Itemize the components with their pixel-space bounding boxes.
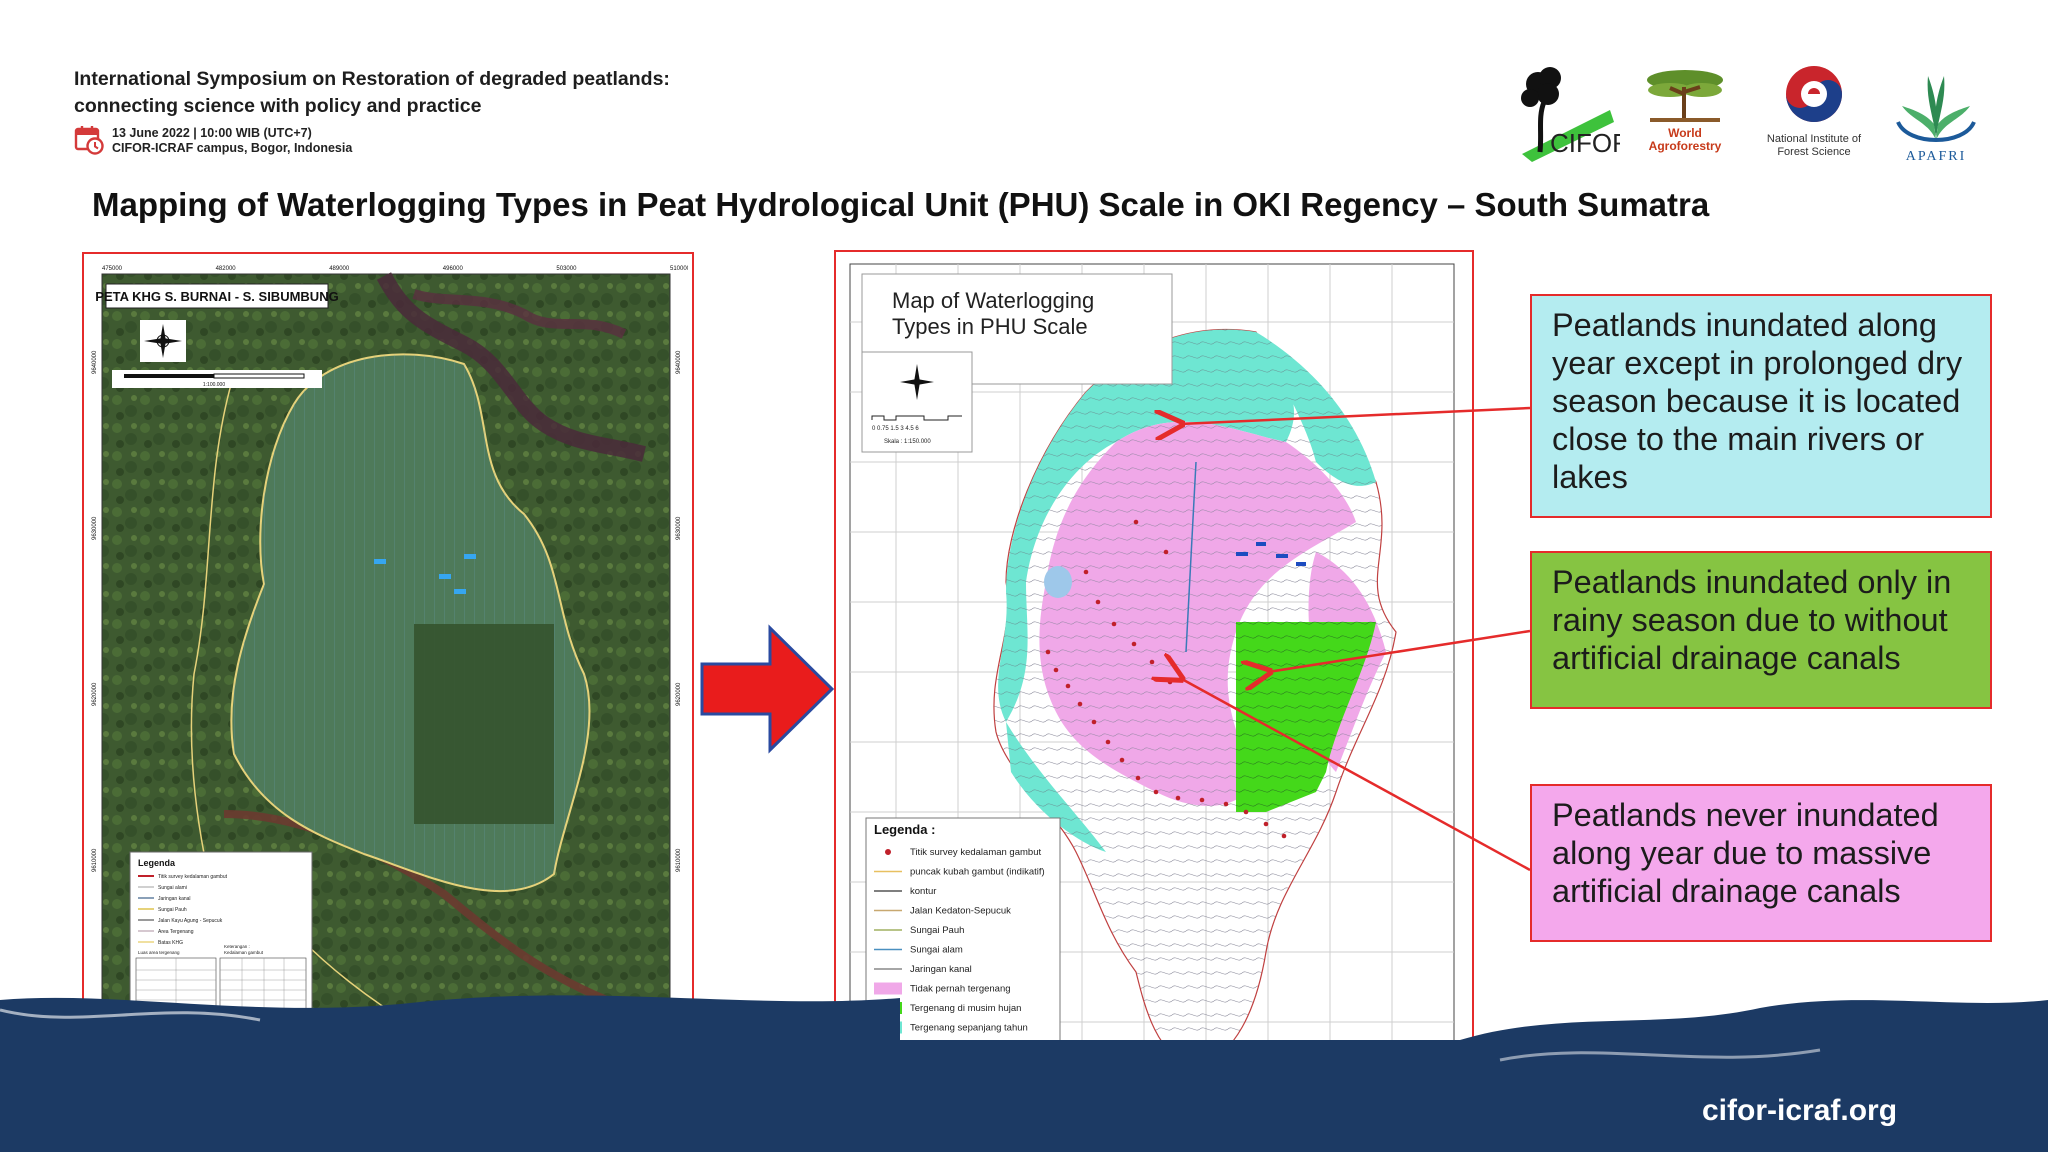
left-side-tick: 9620000 <box>676 682 682 706</box>
right-map-title-line1: Map of Waterlogging <box>892 288 1094 313</box>
cifor-tree-logo-icon: CIFOR <box>1521 67 1631 162</box>
footer-url: cifor-icraf.org <box>1702 1094 1898 1127</box>
left-map-scale: 1:100.000 <box>203 382 225 388</box>
left-top-tick: 482000 <box>216 266 237 272</box>
left-side-tick: 9630000 <box>676 516 682 540</box>
nifos-logo-line1: National Institute of <box>1766 133 1862 145</box>
apafri-plant-logo-icon: APAFRI <box>1896 76 1976 164</box>
right-legend-title: Legenda : <box>874 822 935 837</box>
left-side-tick: 9630000 <box>92 516 98 540</box>
event-location: CIFOR-ICRAF campus, Bogor, Indonesia <box>112 141 353 155</box>
world-agroforestry-logo: World Agroforestry <box>1640 62 1730 162</box>
icraf-tree-logo-icon <box>1647 70 1723 122</box>
callout-all-year-text: Peatlands inundated along year except in… <box>1552 307 1963 495</box>
right-legend-label: puncak kubah gambut (indikatif) <box>910 867 1045 878</box>
callout-rainy-season: Peatlands inundated only in rainy season… <box>1530 551 1992 709</box>
left-satellite-map: PETA KHG S. BURNAI - S. SIBUMBUNG 1:100.… <box>84 254 691 1098</box>
callout-rainy-season-text: Peatlands inundated only in rainy season… <box>1552 564 1952 676</box>
right-waterlogging-map: Map of Waterlogging Types in PHU Scale 0… <box>836 252 1468 1098</box>
cifor-logo: CIFOR <box>1510 62 1631 162</box>
right-legend-label: Sungai Pauh <box>910 925 964 936</box>
right-legend-label: Jalan Kedaton-Sepucuk <box>910 906 1011 917</box>
nifos-logo-icon <box>1786 66 1842 122</box>
left-legend-label: Titik survey kedalaman gambut <box>158 874 228 880</box>
calendar-clock-icon <box>74 126 104 155</box>
event-date-time: 13 June 2022 | 10:00 WIB (UTC+7) <box>112 126 312 140</box>
right-legend-label: kontur <box>910 886 936 897</box>
left-map-compass-icon <box>140 320 186 362</box>
right-legend-label: Jaringan kanal <box>910 964 972 975</box>
left-table-caption-right: Kedalaman gambut <box>224 950 264 955</box>
right-arrow-icon <box>700 624 835 754</box>
left-map-title: PETA KHG S. BURNAI - S. SIBUMBUNG <box>95 289 338 304</box>
left-side-tick: 9620000 <box>92 682 98 706</box>
left-table-note: Keterangan : <box>224 944 250 949</box>
main-title: Mapping of Waterlogging Types in Peat Hy… <box>92 186 1710 223</box>
icraf-logo-line2: Agroforestry <box>1648 139 1722 153</box>
left-legend-title: Legenda <box>138 858 176 868</box>
left-side-tick: 9640000 <box>92 350 98 374</box>
left-top-tick: 503000 <box>556 266 577 272</box>
right-legend-label: Titik survey kedalaman gambut <box>910 847 1041 858</box>
left-legend-label: Area Tergenang <box>158 929 194 935</box>
left-table-caption-left: Luas area tergenang <box>138 950 180 955</box>
event-title: International Symposium on Restoration o… <box>74 66 814 120</box>
cifor-logo-text: CIFOR <box>1550 128 1620 158</box>
left-top-tick: 510000 <box>670 266 688 272</box>
right-map-title-line2: Types in PHU Scale <box>892 314 1088 339</box>
nifos-logo-line2: Forest Science <box>1777 146 1851 158</box>
left-legend-label: Sungai Pauh <box>158 907 187 913</box>
left-side-tick: 9610000 <box>676 848 682 872</box>
right-map-frame: Map of Waterlogging Types in PHU Scale 0… <box>834 250 1474 1104</box>
apafri-logo: APAFRI <box>1888 62 1984 164</box>
right-map-scale-text: Skala : 1:150.000 <box>884 439 931 445</box>
left-top-tick: 489000 <box>329 266 350 272</box>
right-map-scale-ticks: 0 0.75 1.5 3 4.5 6 <box>872 426 919 432</box>
left-legend-label: Jalan Kayu Agung - Sepucuk <box>158 918 223 924</box>
left-legend-label: Sungai alami <box>158 885 187 891</box>
callout-never-text: Peatlands never inundated along year due… <box>1552 797 1939 909</box>
left-map-frame: PETA KHG S. BURNAI - S. SIBUMBUNG 1:100.… <box>82 252 694 1104</box>
left-legend-label: Batas KHG <box>158 940 183 946</box>
event-title-line2: connecting science with policy and pract… <box>74 95 482 117</box>
left-side-tick: 9610000 <box>92 848 98 872</box>
right-legend-symbol <box>885 849 891 855</box>
nifos-logo: National Institute of Forest Science <box>1752 62 1876 162</box>
apafri-logo-text: APAFRI <box>1906 149 1967 162</box>
right-legend-label: Sungai alam <box>910 945 963 956</box>
left-legend-label: Jaringan kanal <box>158 896 191 902</box>
callout-never: Peatlands never inundated along year due… <box>1530 784 1992 942</box>
callout-all-year: Peatlands inundated along year except in… <box>1530 294 1992 518</box>
left-top-tick: 496000 <box>443 266 464 272</box>
left-top-tick: 475000 <box>102 266 123 272</box>
left-side-tick: 9640000 <box>676 350 682 374</box>
event-title-line1: International Symposium on Restoration o… <box>74 68 670 90</box>
